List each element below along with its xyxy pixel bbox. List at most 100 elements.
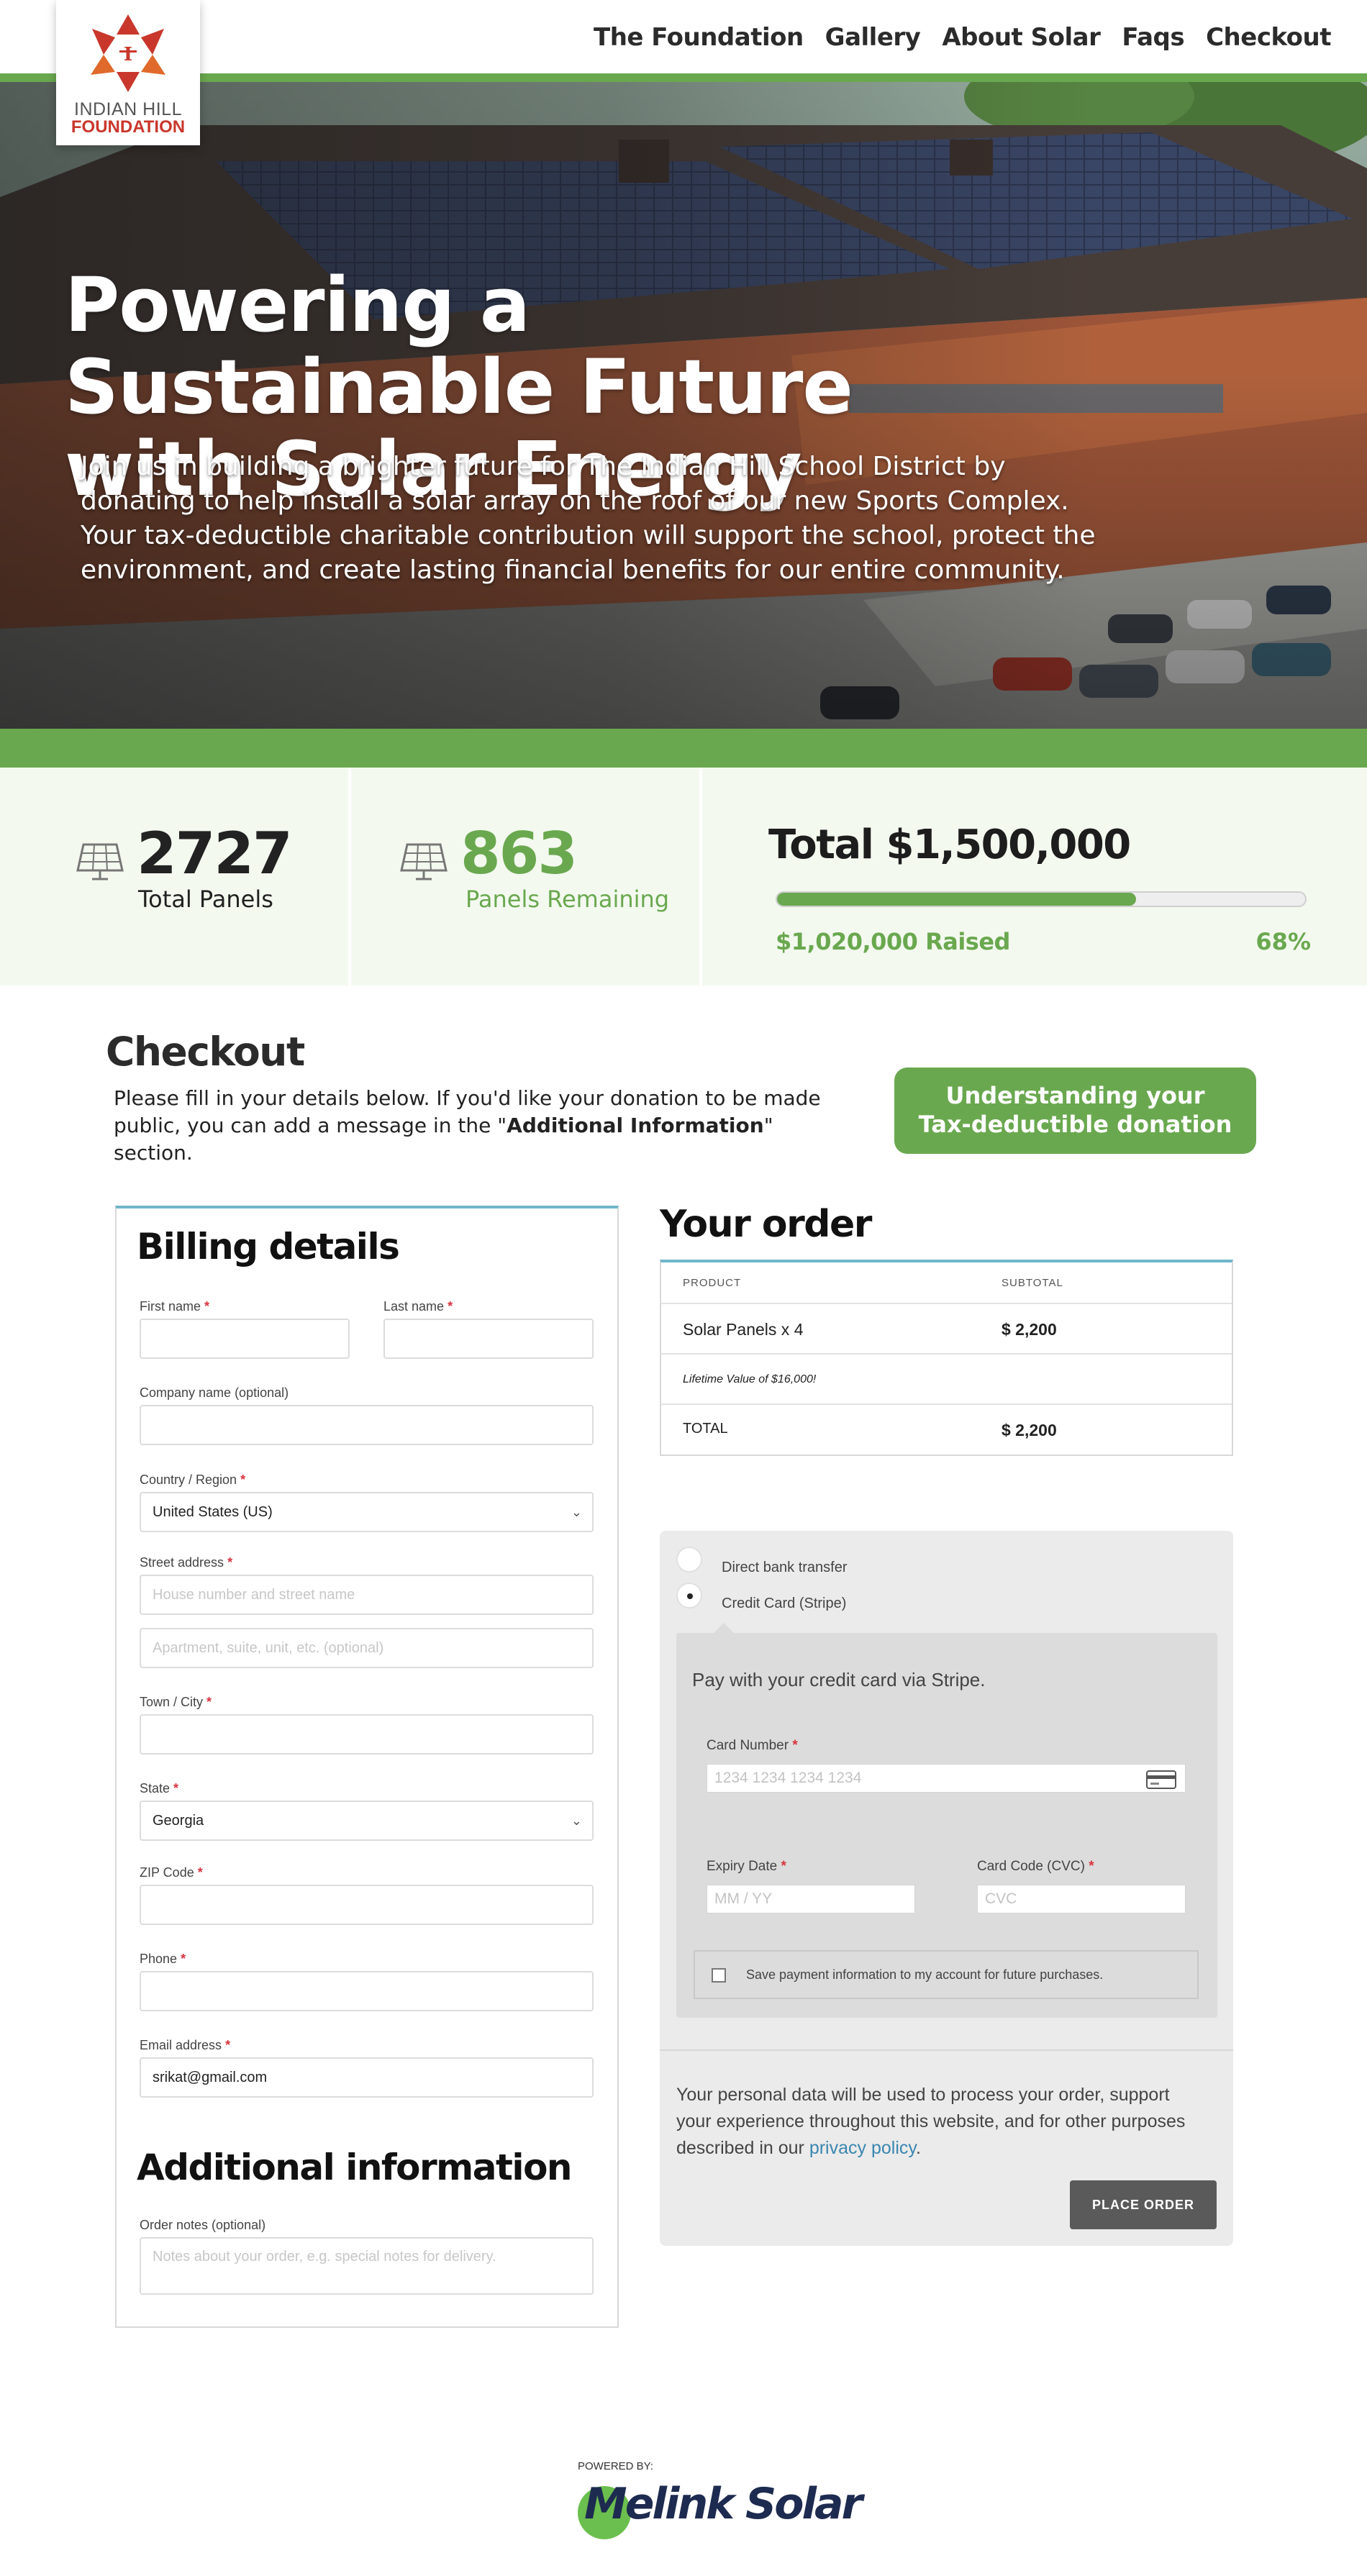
hero-bottom-bar <box>0 729 1367 768</box>
save-payment-checkbox[interactable] <box>712 1968 726 1983</box>
logo-text-line2: FOUNDATION <box>71 117 186 137</box>
checkout-intro: Please fill in your details below. If yo… <box>114 1085 833 1167</box>
expiry-field[interactable]: MM / YY <box>707 1885 915 1913</box>
percent-raised: 68% <box>1255 928 1311 955</box>
country-label: Country / Region * <box>140 1473 245 1488</box>
save-payment-label[interactable]: Save payment information to my account f… <box>746 1967 1103 1983</box>
lifetime-value-note: Lifetime Value of $16,000! <box>683 1373 817 1385</box>
email-label-text: Email address <box>140 2038 222 2052</box>
required-mark: * <box>225 2038 231 2052</box>
street-label: Street address * <box>140 1555 232 1570</box>
privacy-notice: Your personal data will be used to proce… <box>676 2082 1209 2162</box>
cvc-label-text: Card Code (CVC) <box>977 1859 1085 1874</box>
credit-card-label[interactable]: Credit Card (Stripe) <box>722 1596 846 1612</box>
cvc-label: Card Code (CVC) * <box>977 1859 1094 1875</box>
stripe-box-pointer <box>714 1623 734 1633</box>
bank-transfer-radio[interactable] <box>676 1547 702 1573</box>
tax-button-line1: Understanding your <box>945 1082 1205 1109</box>
hero-description: Join us in building a brighter future fo… <box>81 452 1096 585</box>
order-header-row: PRODUCT SUBTOTAL <box>661 1262 1232 1304</box>
last-name-label-text: Last name <box>383 1299 445 1314</box>
credit-card-radio[interactable] <box>676 1583 702 1608</box>
town-label-text: Town / City <box>140 1695 204 1709</box>
first-name-field[interactable] <box>140 1319 350 1359</box>
melink-solar-logo[interactable]: Melink Solar <box>584 2479 863 2529</box>
card-number-label-text: Card Number <box>707 1738 789 1753</box>
svg-text:I: I <box>124 44 132 65</box>
email-field[interactable]: srikat@gmail.com <box>140 2057 594 2098</box>
required-mark: * <box>781 1859 786 1874</box>
subtotal-column-header: SUBTOTAL <box>1002 1277 1063 1289</box>
card-number-field[interactable]: 1234 1234 1234 1234 <box>707 1764 1186 1793</box>
order-notes-field[interactable]: Notes about your order, e.g. special not… <box>140 2237 594 2295</box>
privacy-policy-link[interactable]: privacy policy <box>809 2138 916 2158</box>
order-total-value: $ 2,200 <box>1002 1421 1057 1439</box>
credit-card-icon <box>1146 1770 1176 1789</box>
required-mark: * <box>181 1952 186 1966</box>
country-select[interactable]: United States (US) ⌄ <box>140 1492 594 1532</box>
last-name-field[interactable] <box>383 1319 594 1359</box>
order-summary-table: PRODUCT SUBTOTAL Solar Panels x 4 $ 2,20… <box>660 1260 1233 1456</box>
stats-divider <box>699 768 702 986</box>
stats-divider <box>348 768 351 986</box>
intro-text-bold: Additional Information <box>507 1114 764 1137</box>
save-payment-option: Save payment information to my account f… <box>694 1950 1199 1999</box>
last-name-label: Last name * <box>383 1299 453 1314</box>
order-item-price: $ 2,200 <box>1002 1320 1057 1339</box>
required-mark: * <box>173 1781 179 1796</box>
phone-label-text: Phone <box>140 1952 178 1966</box>
zip-field[interactable] <box>140 1885 594 1925</box>
tax-deductible-button[interactable]: Understanding your Tax-deductible donati… <box>894 1068 1256 1154</box>
email-label: Email address * <box>140 2038 230 2053</box>
zip-label-text: ZIP Code <box>140 1865 194 1880</box>
hero-title-line2: Sustainable Future <box>65 343 853 431</box>
town-label: Town / City * <box>140 1695 212 1710</box>
required-mark: * <box>448 1299 453 1314</box>
first-name-label-text: First name <box>140 1299 201 1314</box>
chevron-down-icon: ⌄ <box>571 1813 582 1828</box>
bank-transfer-label[interactable]: Direct bank transfer <box>722 1560 848 1576</box>
street-address2-field[interactable]: Apartment, suite, unit, etc. (optional) <box>140 1628 594 1668</box>
header-accent-bar <box>0 73 1367 82</box>
order-total-label: TOTAL <box>683 1421 728 1437</box>
radio-selected-dot <box>687 1593 693 1599</box>
amount-raised: $1,020,000 Raised <box>776 928 1010 955</box>
card-number-placeholder: 1234 1234 1234 1234 <box>714 1770 862 1786</box>
nav-gallery[interactable]: Gallery <box>825 23 921 52</box>
place-order-button[interactable]: PLACE ORDER <box>1070 2180 1217 2229</box>
hero-banner: Powering a Sustainable Future with Solar… <box>0 82 1367 729</box>
tax-button-line2: Tax-deductible donation <box>918 1111 1232 1138</box>
town-field[interactable] <box>140 1714 594 1754</box>
additional-info-title: Additional information <box>137 2147 573 2188</box>
chevron-down-icon: ⌄ <box>571 1505 582 1519</box>
nav-the-foundation[interactable]: The Foundation <box>594 23 804 52</box>
stripe-description: Pay with your credit card via Stripe. <box>692 1669 986 1690</box>
required-mark: * <box>1089 1859 1094 1874</box>
foundation-mark-icon: I <box>91 14 165 92</box>
zip-label: ZIP Code * <box>140 1865 203 1880</box>
cvc-field[interactable]: CVC <box>977 1885 1186 1913</box>
required-mark: * <box>792 1738 798 1753</box>
billing-title: Billing details <box>137 1226 400 1267</box>
required-mark: * <box>227 1555 233 1570</box>
nav-faqs[interactable]: Faqs <box>1122 23 1184 52</box>
indian-hill-logo[interactable]: I INDIAN HILL FOUNDATION <box>56 0 200 145</box>
nav-checkout[interactable]: Checkout <box>1206 23 1331 52</box>
nav-about-solar[interactable]: About Solar <box>942 23 1101 52</box>
fundraising-progress-bar <box>776 891 1307 907</box>
state-select[interactable]: Georgia ⌄ <box>140 1801 594 1841</box>
street-address-field[interactable]: House number and street name <box>140 1575 594 1615</box>
phone-label: Phone * <box>140 1952 186 1967</box>
required-mark: * <box>197 1865 203 1880</box>
privacy-text: Your personal data will be used to proce… <box>676 2085 1186 2158</box>
country-label-text: Country / Region <box>140 1473 237 1487</box>
panels-remaining-label: Panels Remaining <box>465 886 670 913</box>
company-field[interactable] <box>140 1405 594 1445</box>
main-nav: The Foundation Gallery About Solar Faqs … <box>594 23 1331 52</box>
phone-field[interactable] <box>140 1971 594 2011</box>
product-column-header: PRODUCT <box>683 1277 742 1289</box>
order-total-row: TOTAL $ 2,200 <box>661 1405 1232 1456</box>
state-label: State * <box>140 1781 178 1796</box>
total-panels-value: 2727 <box>137 820 293 887</box>
checkout-title: Checkout <box>106 1029 305 1075</box>
